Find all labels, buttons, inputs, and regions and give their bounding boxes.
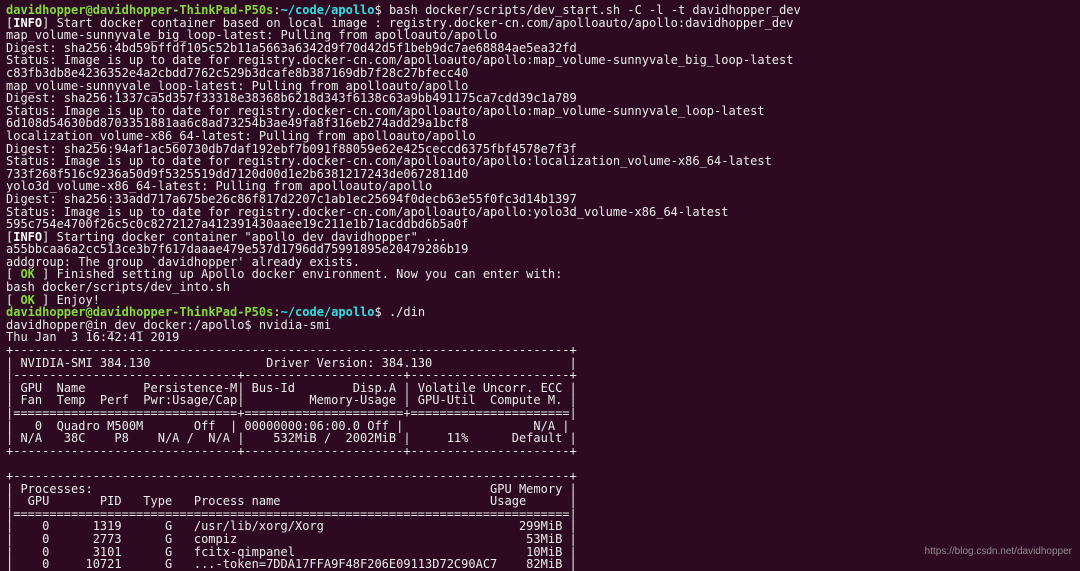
output-line: bash docker/scripts/dev_into.sh	[6, 281, 1074, 294]
watermark-text: https://blog.csdn.net/davidhopper	[925, 547, 1072, 558]
smi-gpu-row: | N/A 38C P8 N/A / N/A | 532MiB / 2002Mi…	[6, 432, 1074, 445]
smi-proc-row: | 0 2773 G compiz 53MiB |	[6, 533, 1074, 546]
command-text: ./din	[389, 305, 425, 319]
smi-border: +---------------------------------------…	[6, 470, 1074, 483]
prompt-line-2: davidhopper@davidhopper-ThinkPad-P50s:~/…	[6, 306, 1074, 319]
smi-proc-row: | 0 10721 G ...-token=7DDA17FFA9F48F206E…	[6, 558, 1074, 571]
smi-border: |-------------------------------+-------…	[6, 369, 1074, 382]
prompt-dollar: $	[375, 305, 389, 319]
output-line: Digest: sha256:33add717a675be26c86f817d2…	[6, 193, 1074, 206]
output-line: localization_volume-x86_64-latest: Pulli…	[6, 130, 1074, 143]
smi-proc-header: | GPU PID Type Process name Usage |	[6, 495, 1074, 508]
smi-border: |===============================+=======…	[6, 407, 1074, 420]
terminal-output[interactable]: davidhopper@davidhopper-ThinkPad-P50s:~/…	[6, 4, 1074, 571]
smi-border: +---------------------------------------…	[6, 344, 1074, 357]
output-line: Digest: sha256:1337ca5d357f33318e38368b6…	[6, 92, 1074, 105]
output-line: c83fb3db8e4236352e4a2cbdd7762c529b3dcafe…	[6, 67, 1074, 80]
output-line: map_volume-sunnyvale_big_loop-latest: Pu…	[6, 29, 1074, 42]
output-line: a55bbcaa6a2cc513ce3b7f617daaae479e537d17…	[6, 243, 1074, 256]
output-line: Status: Image is up to date for registry…	[6, 155, 1074, 168]
